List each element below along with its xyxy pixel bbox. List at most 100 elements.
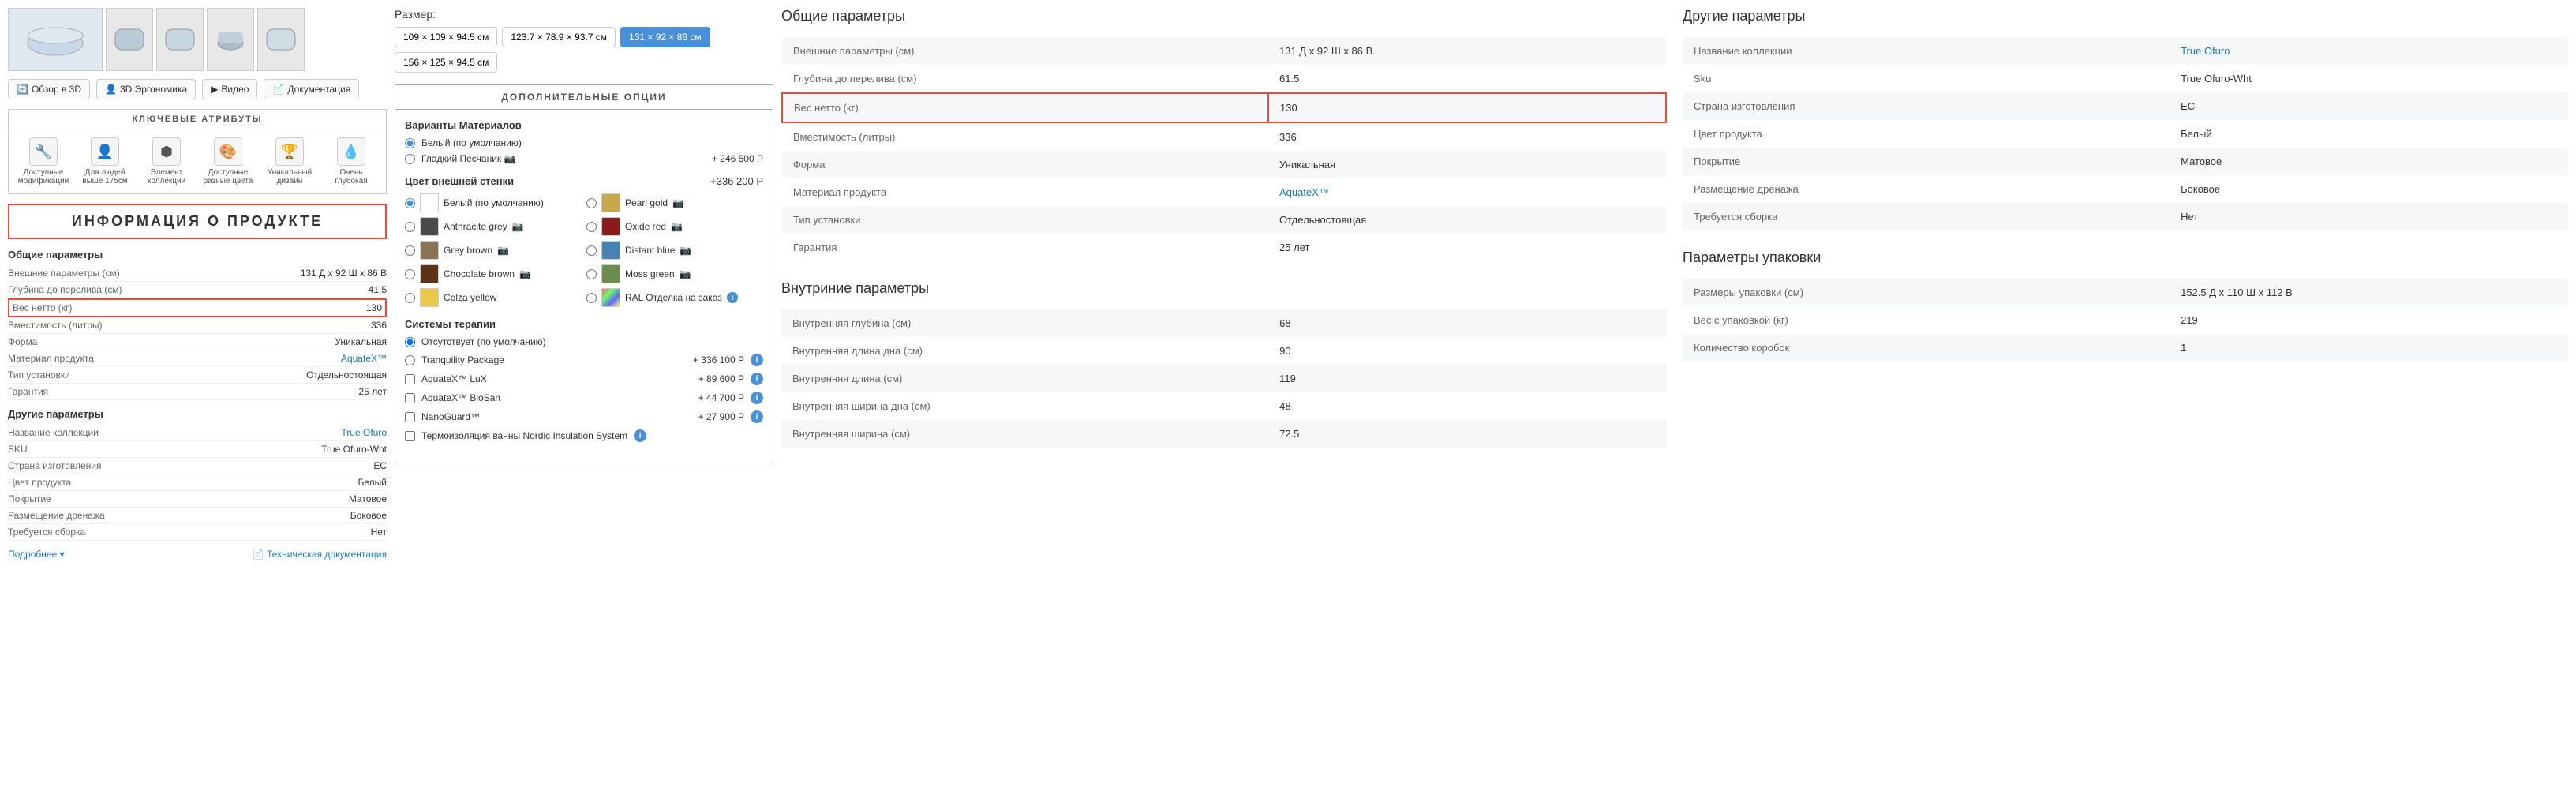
table-row: Количество коробок 1 [1683, 334, 2568, 362]
table-row-weight-highlighted: Вес нетто (кг) 130 [782, 93, 1666, 122]
bottom-links: Подробнее ▾ 📄 Техническая документация [8, 549, 387, 560]
right-general-title: Общие параметры [781, 8, 1667, 24]
material-radio-white[interactable] [405, 138, 415, 148]
swatch-white [420, 193, 439, 212]
table-row: Внутренняя ширина (см) 72.5 [781, 420, 1667, 448]
therapy-nordic: Термоизоляция ванны Nordic Insulation Sy… [405, 429, 763, 442]
size-btn-2[interactable]: 123.7 × 78.9 × 93.7 см [502, 27, 616, 47]
therapy-nanoguard: NanoGuard™ + 27 900 Р i [405, 410, 763, 423]
param-warranty-left: Гарантия 25 лет [8, 384, 387, 400]
param-weight-left: Вес нетто (кг) 130 [8, 298, 387, 317]
table-row: Цвет продукта Белый [1683, 120, 2568, 148]
general-params-title-left: Общие параметры [8, 249, 387, 260]
right-packaging-table: Размеры упаковки (см) 152.5 Д х 110 Ш х … [1683, 279, 2568, 362]
therapy-radio-none[interactable] [405, 337, 415, 347]
table-row: Глубина до перелива (см) 61.5 [782, 65, 1666, 93]
color-radio-pearl-gold[interactable] [586, 198, 597, 208]
camera-icon-pearl: 📷 [672, 197, 684, 208]
color-radio-distant-blue[interactable] [586, 245, 597, 256]
therapy-radio-tranquility[interactable] [405, 355, 415, 365]
key-attributes-title: КЛЮЧЕВЫЕ АТРИБУТЫ [9, 110, 386, 129]
table-row: Гарантия 25 лет [782, 234, 1666, 261]
table-row: Название коллекции True Ofuro [1683, 37, 2568, 65]
therapy-check-nanoguard[interactable] [405, 412, 415, 422]
info-icon-tranquility: i [751, 354, 763, 366]
param-drain-left: Размещение дренажа Боковое [8, 508, 387, 524]
thumb-1[interactable] [106, 8, 153, 71]
therapy-check-nordic[interactable] [405, 431, 415, 441]
color-radio-anthracite[interactable] [405, 222, 415, 232]
info-icon-biosan: i [751, 392, 763, 404]
thumb-2[interactable] [156, 8, 204, 71]
person-icon: 👤 [105, 84, 117, 95]
table-row: Материал продукта AquateX™ [782, 178, 1666, 206]
material-option-sandy: Гладкий Песчаник 📷 + 246 500 Р [405, 153, 763, 164]
table-row: Страна изготовления ЕС [1683, 92, 2568, 120]
size-buttons: 109 × 109 × 94.5 см 123.7 × 78.9 × 93.7 … [395, 27, 773, 73]
size-section: Размер: 109 × 109 × 94.5 см 123.7 × 78.9… [395, 8, 773, 73]
main-product-image[interactable] [8, 8, 103, 71]
swatch-ral [601, 288, 620, 307]
param-color-left: Цвет продукта Белый [8, 474, 387, 491]
camera-icon-distant-blue: 📷 [680, 245, 691, 256]
size-btn-4[interactable]: 156 × 125 × 94.5 см [395, 52, 497, 73]
info-icon-lux: i [751, 373, 763, 385]
right-other-title: Другие параметры [1683, 8, 2568, 24]
options-content: Варианты Материалов Белый (по умолчанию)… [395, 110, 773, 463]
thumb-3[interactable] [207, 8, 254, 71]
more-link[interactable]: Подробнее ▾ [8, 549, 65, 560]
left-other-params: Другие параметры Название коллекции True… [8, 408, 387, 541]
camera-icon-oxide: 📷 [671, 221, 683, 232]
design-icon: 🏆 [275, 137, 304, 166]
additional-options: ДОПОЛНИТЕЛЬНЫЕ ОПЦИИ Варианты Материалов… [395, 84, 773, 463]
right-left-panel: Общие параметры Внешние параметры (см) 1… [781, 8, 1667, 794]
deep-icon: 💧 [337, 137, 365, 166]
swatch-chocolate [420, 264, 439, 283]
info-icon-ral: i [727, 292, 738, 303]
right-section: Общие параметры Внешние параметры (см) 1… [781, 8, 2568, 794]
therapy-check-biosan[interactable] [405, 393, 415, 403]
param-sku-left: SKU True Ofuro-Wht [8, 441, 387, 458]
doc-icon: 📄 [272, 84, 284, 95]
color-radio-white[interactable] [405, 198, 415, 208]
swatch-pearl-gold [601, 193, 620, 212]
tech-docs-link[interactable]: 📄 Техническая документация [253, 549, 387, 560]
table-row: Sku True Ofuro-Wht [1683, 65, 2568, 92]
color-radio-colza[interactable] [405, 293, 415, 303]
play-icon: ▶ [211, 84, 218, 95]
color-grey-brown: Grey brown 📷 [405, 241, 582, 260]
btn-video[interactable]: ▶ Видео [202, 79, 257, 99]
right-general-table: Внешние параметры (см) 131 Д х 92 Ш х 86… [781, 37, 1667, 261]
param-depth-left: Глубина до перелива (см) 41.5 [8, 282, 387, 298]
color-radio-grey-brown[interactable] [405, 245, 415, 256]
color-radio-chocolate[interactable] [405, 269, 415, 279]
material-radio-sandy[interactable] [405, 154, 415, 164]
additional-options-title: ДОПОЛНИТЕЛЬНЫЕ ОПЦИИ [395, 85, 773, 110]
size-btn-3[interactable]: 131 × 92 × 86 см [620, 27, 710, 47]
size-btn-1[interactable]: 109 × 109 × 94.5 см [395, 27, 497, 47]
swatch-oxide-red [601, 217, 620, 236]
nav-buttons: 🔄 Обзор в 3D 👤 3D Эргономика ▶ Видео 📄 Д… [8, 79, 387, 99]
btn-3d-ergonomics[interactable]: 👤 3D Эргономика [96, 79, 196, 99]
param-collection-left: Название коллекции True Ofuro [8, 425, 387, 441]
btn-docs[interactable]: 📄 Документация [264, 79, 359, 99]
param-coating-left: Покрытие Матовое [8, 491, 387, 508]
material-option-white: Белый (по умолчанию) [405, 137, 763, 148]
product-info-banner: ИНФОРМАЦИЯ О ПРОДУКТЕ [8, 204, 387, 239]
color-radio-moss-green[interactable] [586, 269, 597, 279]
table-row: Тип установки Отдельностоящая [782, 206, 1666, 234]
table-row: Размещение дренажа Боковое [1683, 175, 2568, 203]
therapy-title: Системы терапии [405, 318, 763, 330]
btn-3d-overview[interactable]: 🔄 Обзор в 3D [8, 79, 90, 99]
right-other-table: Название коллекции True Ofuro Sku True O… [1683, 37, 2568, 230]
colors-icon: 🎨 [214, 137, 242, 166]
3d-icon: 🔄 [17, 84, 28, 95]
therapy-check-lux[interactable] [405, 374, 415, 384]
info-icon-nanoguard: i [751, 410, 763, 423]
thumb-4[interactable] [257, 8, 305, 71]
color-radio-ral[interactable] [586, 293, 597, 303]
color-white: Белый (по умолчанию) [405, 193, 582, 212]
camera-icon-anthracite: 📷 [512, 221, 524, 232]
color-radio-oxide-red[interactable] [586, 222, 597, 232]
key-attributes: КЛЮЧЕВЫЕ АТРИБУТЫ 🔧 Доступные модификаци… [8, 109, 387, 194]
